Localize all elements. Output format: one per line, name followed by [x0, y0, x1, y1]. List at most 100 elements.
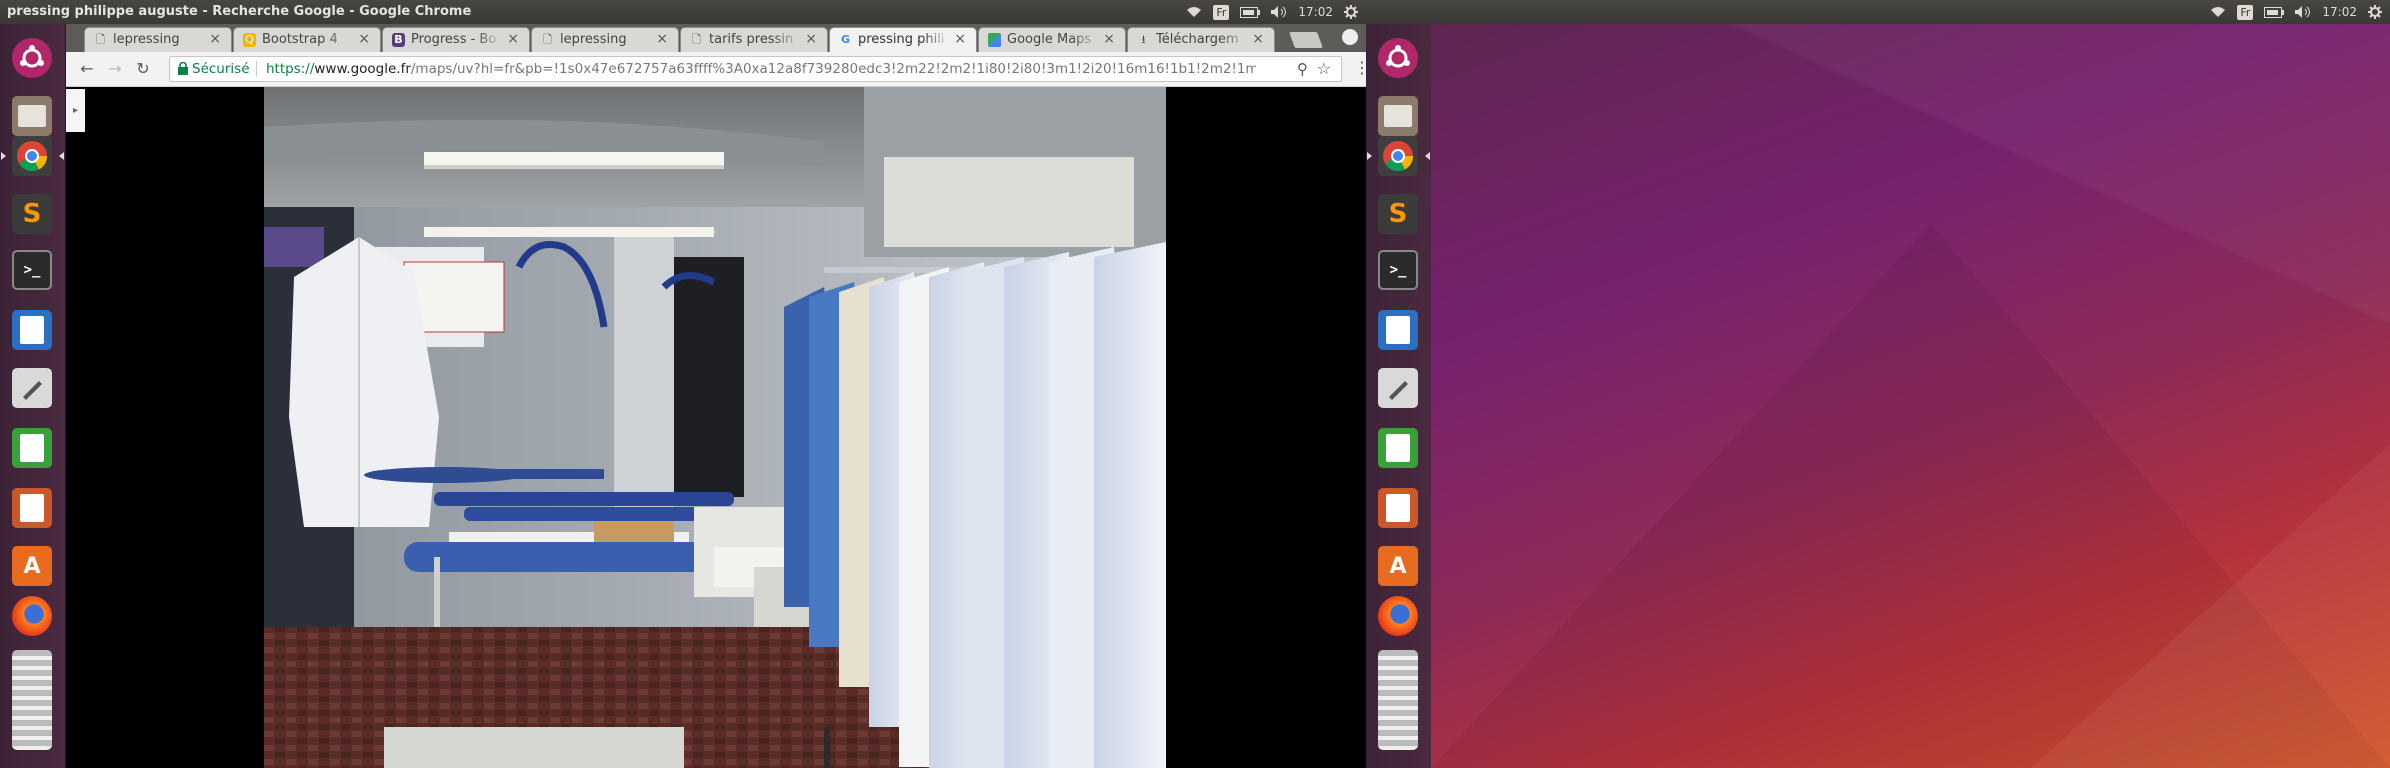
launcher-terminal[interactable]: >_: [1374, 246, 1422, 294]
zoom-search-icon[interactable]: ⚲: [1297, 60, 1308, 78]
top-panel-right: Fr 17:02: [1366, 0, 2390, 24]
firefox-icon: [1378, 596, 1418, 636]
libreoffice-calc-icon: [1378, 428, 1418, 468]
clock[interactable]: 17:02: [2322, 5, 2357, 19]
launcher-writer[interactable]: [1374, 306, 1422, 354]
page-viewport: ▸: [66, 87, 1366, 768]
chrome-icon: [12, 136, 52, 176]
launcher-calc[interactable]: [1374, 424, 1422, 472]
launcher-impress[interactable]: [8, 484, 56, 532]
expand-panel-button[interactable]: ▸: [66, 89, 85, 132]
system-tray-right: Fr 17:02: [2210, 0, 2382, 24]
launcher-sublime-text[interactable]: S: [8, 190, 56, 238]
files-icon: [1378, 96, 1418, 136]
launcher-firefox[interactable]: [8, 592, 56, 640]
url-path: /maps/uv?hl=fr&pb=!1s0x47e672757a63ffff%…: [410, 61, 1256, 77]
tab-strip: 🗋 lepressing × Q Bootstrap 4 × B Progress - B…: [66, 24, 1366, 52]
close-tab-icon[interactable]: ×: [507, 31, 519, 47]
omnibox-divider: [256, 61, 257, 77]
launcher-writer[interactable]: [8, 306, 56, 354]
libreoffice-calc-icon: [12, 428, 52, 468]
files-icon: [12, 96, 52, 136]
right-monitor: Fr 17:02 S >_ A: [1366, 0, 2390, 768]
launcher-impress[interactable]: [1374, 484, 1422, 532]
street-view-photo[interactable]: [264, 87, 1166, 768]
clock[interactable]: 17:02: [1298, 5, 1333, 19]
system-tray: Fr 17:02: [1186, 0, 1358, 24]
wifi-icon[interactable]: [1186, 6, 1202, 18]
close-tab-icon[interactable]: ×: [209, 31, 221, 47]
secure-label[interactable]: Sécurisé: [192, 61, 250, 77]
url-protocol: https://: [266, 61, 315, 77]
page-icon: 🗋: [96, 33, 105, 46]
tab-tarifs[interactable]: 🗋 tarifs pressin ×: [680, 27, 828, 52]
keyboard-layout-indicator[interactable]: Fr: [2237, 4, 2254, 20]
page-icon: 🗋: [543, 33, 552, 46]
download-icon: ⭳: [1141, 33, 1146, 46]
ubuntu-dash-icon: [12, 38, 52, 78]
launcher-trash[interactable]: [8, 646, 56, 756]
libreoffice-writer-icon: [12, 310, 52, 350]
chrome-menu-icon[interactable]: ⋮: [1354, 60, 1366, 76]
chrome-window: 🗋 lepressing × Q Bootstrap 4 × B Progress - B…: [66, 24, 1366, 768]
chrome-icon: [1378, 136, 1418, 176]
tab-google-maps[interactable]: Google Maps ×: [978, 27, 1126, 52]
close-tab-icon[interactable]: ×: [805, 31, 817, 47]
volume-icon[interactable]: [1271, 6, 1287, 18]
volume-icon[interactable]: [2295, 6, 2311, 18]
reload-button[interactable]: ↻: [134, 60, 152, 78]
ubuntu-dash-icon: [1378, 38, 1418, 78]
close-tab-icon[interactable]: ×: [656, 31, 668, 47]
tab-progress[interactable]: B Progress - Bo ×: [382, 27, 530, 52]
battery-icon[interactable]: [1240, 6, 1261, 18]
back-button[interactable]: ←: [78, 60, 96, 78]
window-title: pressing philippe auguste - Recherche Go…: [7, 4, 472, 19]
bookmark-star-icon[interactable]: ☆: [1317, 59, 1331, 78]
bootstrap-b-favicon: B: [392, 33, 405, 47]
close-tab-icon[interactable]: ×: [1103, 31, 1115, 47]
launcher-chrome[interactable]: [8, 132, 56, 180]
forward-button[interactable]: →: [106, 60, 124, 78]
tab-lepressing-1[interactable]: 🗋 lepressing ×: [84, 27, 232, 52]
launcher-trash[interactable]: [1374, 646, 1422, 756]
settings-gear-icon[interactable]: [2368, 5, 2382, 19]
launcher-chrome[interactable]: [1374, 132, 1422, 180]
profile-icon[interactable]: [1342, 29, 1358, 45]
software-center-icon: A: [12, 546, 52, 586]
url-host: www.google.fr: [314, 61, 411, 77]
address-bar[interactable]: Sécurisé https://www.google.fr/maps/uv?h…: [169, 56, 1342, 82]
launcher-calc[interactable]: [8, 424, 56, 472]
launcher-software-center[interactable]: A: [1374, 542, 1422, 590]
bootstrap-favicon: Q: [243, 33, 256, 47]
tab-lepressing-2[interactable]: 🗋 lepressing ×: [531, 27, 679, 52]
libreoffice-impress-icon: [12, 488, 52, 528]
tab-telechargements[interactable]: ⭳ Téléchargem ×: [1127, 27, 1275, 52]
settings-gear-icon[interactable]: [1344, 5, 1358, 19]
launcher-software-center[interactable]: A: [8, 542, 56, 590]
launcher-terminal[interactable]: >_: [8, 246, 56, 294]
firefox-icon: [12, 596, 52, 636]
tab-pressing-philippe[interactable]: Gpressing phili ×: [829, 27, 977, 52]
lock-icon: [178, 62, 188, 75]
unity-launcher: S >_ A: [0, 24, 66, 768]
url-text[interactable]: https://www.google.fr/maps/uv?hl=fr&pb=!…: [266, 61, 1256, 77]
unity-launcher-right: S >_ A: [1366, 24, 1432, 768]
google-favicon: G: [840, 33, 851, 46]
left-monitor: pressing philippe auguste - Recherche Go…: [0, 0, 1366, 768]
maps-favicon: [988, 33, 1001, 47]
new-tab-button[interactable]: [1289, 32, 1323, 48]
close-tab-icon[interactable]: ×: [954, 31, 966, 47]
close-tab-icon[interactable]: ×: [1252, 31, 1264, 47]
terminal-icon: >_: [1378, 250, 1418, 290]
battery-icon[interactable]: [2264, 6, 2285, 18]
launcher-text-editor[interactable]: [1374, 364, 1422, 412]
launcher-firefox[interactable]: [1374, 592, 1422, 640]
launcher-text-editor[interactable]: [8, 364, 56, 412]
close-tab-icon[interactable]: ×: [358, 31, 370, 47]
tab-bootstrap[interactable]: Q Bootstrap 4 ×: [233, 27, 381, 52]
launcher-ubuntu-dash[interactable]: [8, 34, 56, 82]
keyboard-layout-indicator[interactable]: Fr: [1213, 4, 1230, 20]
wifi-icon[interactable]: [2210, 6, 2226, 18]
launcher-ubuntu-dash[interactable]: [1374, 34, 1422, 82]
launcher-sublime-text[interactable]: S: [1374, 190, 1422, 238]
